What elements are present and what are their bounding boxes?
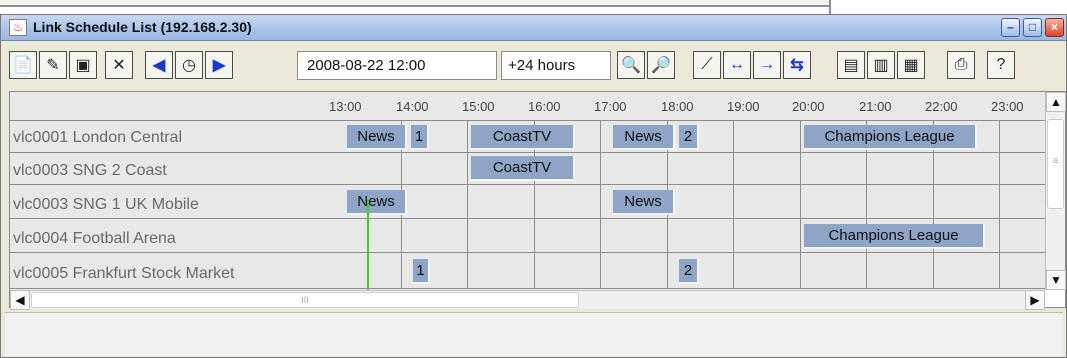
schedule-event[interactable]: News bbox=[347, 125, 407, 150]
time-tick: 20:00 bbox=[792, 99, 825, 114]
scroll-right-button[interactable]: ▶ bbox=[1025, 290, 1045, 310]
import-icon[interactable]: ▦ bbox=[897, 51, 925, 79]
time-tick: 15:00 bbox=[462, 99, 495, 114]
scroll-left-button[interactable]: ◀ bbox=[10, 290, 30, 310]
time-range-field[interactable]: +24 hours bbox=[501, 51, 611, 80]
vertical-scroll-thumb[interactable]: ≡ bbox=[1047, 119, 1064, 209]
schedule-event[interactable]: News bbox=[613, 190, 675, 215]
toolbar: 📄 ✎ ▣ ✕ ◀ ◷ ▶ 2008-08-22 12:00 +24 hours… bbox=[9, 51, 1059, 87]
background-window-right bbox=[829, 0, 1067, 14]
row-label: vlc0003 SNG 2 Coast bbox=[13, 162, 167, 179]
clock-icon[interactable]: ◷ bbox=[175, 51, 203, 79]
row-label: vlc0003 SNG 1 UK Mobile bbox=[13, 196, 199, 213]
schedule-event[interactable]: 1 bbox=[411, 125, 429, 150]
status-bar bbox=[5, 312, 1063, 356]
schedule-event[interactable]: News bbox=[613, 125, 675, 150]
help-icon[interactable]: ? bbox=[987, 51, 1015, 79]
background-window-edge bbox=[0, 0, 1067, 14]
start-date-field[interactable]: 2008-08-22 12:00 bbox=[297, 51, 497, 80]
current-time-line bbox=[367, 200, 369, 248]
time-tick: 13:00 bbox=[329, 99, 362, 114]
report-icon[interactable]: ▤ bbox=[837, 51, 865, 79]
time-tick: 17:00 bbox=[594, 99, 627, 114]
schedule-event[interactable]: Champions League bbox=[804, 224, 985, 249]
edit-icon[interactable]: ✎ bbox=[39, 51, 67, 79]
schedule-event[interactable]: 2 bbox=[679, 259, 699, 284]
time-tick: 14:00 bbox=[396, 99, 429, 114]
print-icon[interactable]: ⎙ bbox=[947, 51, 975, 79]
close-button[interactable]: × bbox=[1045, 18, 1064, 37]
time-tick: 16:00 bbox=[528, 99, 561, 114]
zoom-in-icon[interactable]: 🔍 bbox=[617, 51, 645, 79]
background-window-bottom bbox=[0, 0, 829, 7]
window-title: Link Schedule List (192.168.2.30) bbox=[33, 19, 252, 35]
row-label: vlc0001 London Central bbox=[13, 129, 183, 146]
previous-icon[interactable]: ◀ bbox=[145, 51, 173, 79]
next-icon[interactable]: ▶ bbox=[205, 51, 233, 79]
link-schedule-window: ♨ Link Schedule List (192.168.2.30) – □ … bbox=[0, 14, 1067, 358]
schedule-event[interactable]: Champions League bbox=[804, 125, 977, 150]
network-icon[interactable]: ⇆ bbox=[783, 51, 811, 79]
vertical-scrollbar[interactable]: ▲ ≡ ▼ bbox=[1045, 92, 1066, 290]
row-label: vlc0004 Football Arena bbox=[13, 230, 176, 247]
timeline-area[interactable]: 13:00 14:00 15:00 16:00 17:00 18:00 19:0… bbox=[10, 92, 1045, 290]
time-tick: 23:00 bbox=[991, 99, 1024, 114]
delete-icon[interactable]: ✕ bbox=[105, 51, 133, 79]
scroll-down-button[interactable]: ▼ bbox=[1046, 270, 1066, 290]
title-bar[interactable]: ♨ Link Schedule List (192.168.2.30) – □ … bbox=[1, 15, 1066, 41]
schedule-event[interactable]: News bbox=[347, 190, 407, 215]
horizontal-scrollbar[interactable]: ◀ III ▶ bbox=[10, 290, 1045, 310]
schedule-event[interactable]: CoastTV bbox=[471, 156, 575, 181]
maximize-button[interactable]: □ bbox=[1023, 18, 1042, 37]
connect-icon[interactable]: → bbox=[753, 51, 781, 79]
schedule-event[interactable]: CoastTV bbox=[471, 125, 575, 150]
time-tick: 18:00 bbox=[661, 99, 694, 114]
zoom-out-icon[interactable]: 🔎 bbox=[647, 51, 675, 79]
horizontal-scroll-thumb[interactable]: III bbox=[31, 292, 579, 308]
link-icon[interactable]: ↔ bbox=[723, 51, 751, 79]
export-icon[interactable]: ▥ bbox=[867, 51, 895, 79]
schedule-grid: 13:00 14:00 15:00 16:00 17:00 18:00 19:0… bbox=[9, 91, 1066, 310]
row-label: vlc0005 Frankfurt Stock Market bbox=[13, 265, 235, 282]
properties-icon[interactable]: ▣ bbox=[69, 51, 97, 79]
schedule-event[interactable]: 1 bbox=[413, 259, 430, 284]
time-tick: 21:00 bbox=[859, 99, 892, 114]
java-app-icon: ♨ bbox=[9, 19, 27, 36]
minimize-button[interactable]: – bbox=[1001, 18, 1020, 37]
chart-icon[interactable]: ⟋ bbox=[693, 51, 721, 79]
time-tick: 19:00 bbox=[727, 99, 760, 114]
scroll-up-button[interactable]: ▲ bbox=[1046, 92, 1066, 112]
time-tick: 22:00 bbox=[925, 99, 958, 114]
schedule-event[interactable]: 2 bbox=[679, 125, 699, 150]
current-time-line bbox=[367, 248, 369, 290]
new-icon[interactable]: 📄 bbox=[9, 51, 37, 79]
